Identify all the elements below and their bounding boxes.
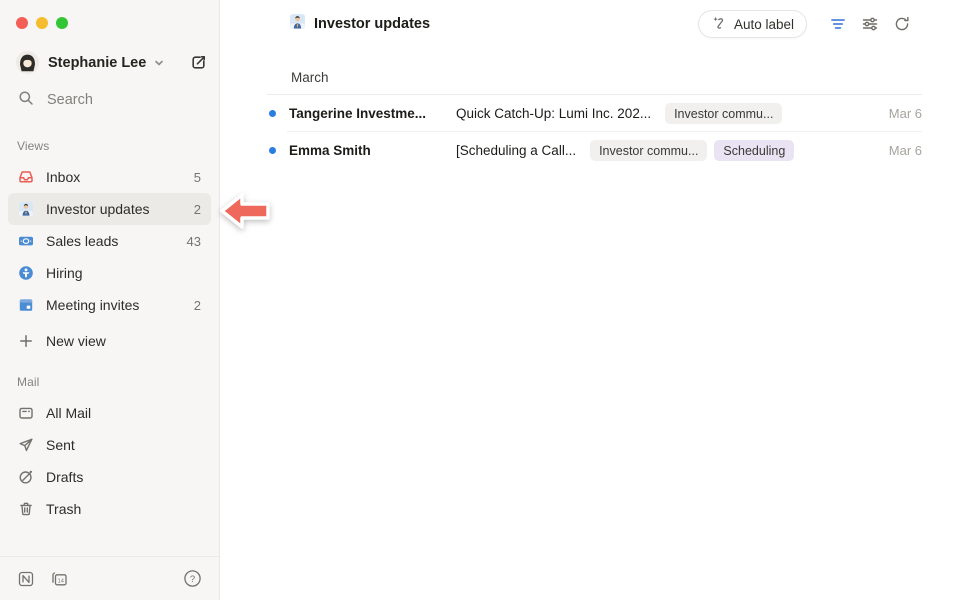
sidebar-item-label: Meeting invites	[46, 297, 182, 313]
search-label: Search	[47, 92, 93, 108]
sidebar-item-label: Drafts	[46, 469, 201, 485]
dot-col	[267, 147, 289, 154]
sidebar-item-label: Trash	[46, 501, 201, 517]
sidebar-item-label: New view	[46, 333, 201, 349]
sidebar-item-label: Investor updates	[46, 201, 182, 217]
refresh-icon[interactable]	[893, 15, 911, 33]
dollar-banknote-icon	[18, 233, 34, 249]
mail-nav: All Mail Sent Drafts Trash	[8, 397, 211, 525]
help-glyph: ?	[190, 574, 195, 585]
search-button[interactable]: Search	[18, 90, 93, 110]
close-window-button[interactable]	[16, 17, 28, 29]
view-header: Investor updates Auto label	[221, 10, 960, 38]
email-subject: Quick Catch-Up: Lumi Inc. 202...	[456, 106, 651, 121]
views-section-label: Views	[17, 139, 49, 153]
unread-dot	[269, 147, 276, 154]
dot-col	[267, 110, 289, 117]
avatar	[16, 51, 39, 74]
sidebar-item-sales-leads[interactable]: Sales leads 43	[8, 225, 211, 257]
main-content: Investor updates Auto label March	[221, 0, 960, 600]
label-chip[interactable]: Investor commu...	[665, 103, 782, 124]
sidebar-item-drafts[interactable]: Drafts	[8, 461, 211, 493]
auto-label-label: Auto label	[734, 17, 794, 32]
email-subject: [Scheduling a Call...	[456, 143, 576, 158]
sidebar-item-label: Hiring	[46, 265, 189, 281]
sidebar-item-meeting-invites[interactable]: Meeting invites 2	[8, 289, 211, 321]
unread-count: 5	[194, 170, 201, 185]
zoom-window-button[interactable]	[56, 17, 68, 29]
sidebar-footer: 14 ?	[0, 556, 219, 600]
sidebar-item-inbox[interactable]: Inbox 5	[8, 161, 211, 193]
sidebar-item-sent[interactable]: Sent	[8, 429, 211, 461]
label-chips: Investor commu... Scheduling	[590, 140, 794, 161]
office-worker-icon	[18, 201, 34, 217]
help-icon[interactable]: ?	[183, 569, 202, 588]
sidebar-item-label: Inbox	[46, 169, 182, 185]
compose-icon[interactable]	[190, 54, 207, 71]
email-date: Mar 6	[889, 106, 922, 121]
user-name: Stephanie Lee	[48, 55, 146, 71]
sidebar-item-label: Sent	[46, 437, 201, 453]
trash-icon	[18, 501, 34, 517]
display-options-icon[interactable]	[861, 15, 879, 33]
red-arrow-annotation	[217, 189, 273, 238]
header-controls: Auto label	[698, 10, 911, 38]
person-circle-icon	[18, 265, 34, 281]
calendar-glyph: 14	[58, 578, 64, 584]
email-row[interactable]: Tangerine Investme... Quick Catch-Up: Lu…	[267, 95, 922, 132]
account-switcher[interactable]: Stephanie Lee	[16, 50, 207, 75]
title-group: Investor updates	[289, 13, 430, 35]
label-chips: Investor commu...	[665, 103, 782, 124]
office-worker-icon	[289, 13, 306, 35]
drafts-icon	[18, 469, 34, 485]
new-view-button[interactable]: New view	[8, 325, 211, 357]
mail-section-label: Mail	[17, 375, 39, 389]
chevron-down-icon	[153, 57, 165, 69]
inbox-icon	[18, 169, 34, 185]
sidebar: Stephanie Lee Search Views Inbox 5 Inves…	[0, 0, 220, 600]
sidebar-item-hiring[interactable]: Hiring	[8, 257, 211, 289]
page-title: Investor updates	[314, 16, 430, 32]
calendar-icon	[18, 297, 34, 313]
label-chip[interactable]: Scheduling	[714, 140, 794, 161]
unread-count: 2	[194, 298, 201, 313]
sidebar-item-label: All Mail	[46, 405, 201, 421]
notion-logo-icon[interactable]	[17, 570, 35, 588]
all-mail-icon	[18, 405, 34, 421]
label-chip[interactable]: Investor commu...	[590, 140, 707, 161]
unread-count: 2	[194, 202, 201, 217]
sidebar-item-investor-updates[interactable]: Investor updates 2	[8, 193, 211, 225]
sidebar-item-trash[interactable]: Trash	[8, 493, 211, 525]
email-list: March Tangerine Investme... Quick Catch-…	[267, 60, 922, 169]
email-date: Mar 6	[889, 143, 922, 158]
unread-count: 43	[187, 234, 201, 249]
views-nav: Inbox 5 Investor updates 2 Sales leads 4…	[8, 161, 211, 357]
notion-calendar-icon[interactable]: 14	[50, 570, 69, 588]
unread-dot	[269, 110, 276, 117]
auto-label-sparkle-icon	[711, 15, 727, 34]
auto-label-button[interactable]: Auto label	[698, 10, 807, 38]
email-sender: Emma Smith	[289, 143, 456, 158]
group-header: March	[267, 60, 922, 95]
window-controls	[16, 17, 68, 29]
plus-icon	[18, 333, 34, 349]
sent-icon	[18, 437, 34, 453]
sidebar-item-label: Sales leads	[46, 233, 175, 249]
email-sender: Tangerine Investme...	[289, 106, 456, 121]
search-icon	[18, 90, 34, 110]
sidebar-item-all-mail[interactable]: All Mail	[8, 397, 211, 429]
email-row[interactable]: Emma Smith [Scheduling a Call... Investo…	[267, 132, 922, 169]
minimize-window-button[interactable]	[36, 17, 48, 29]
filter-icon[interactable]	[829, 15, 847, 33]
